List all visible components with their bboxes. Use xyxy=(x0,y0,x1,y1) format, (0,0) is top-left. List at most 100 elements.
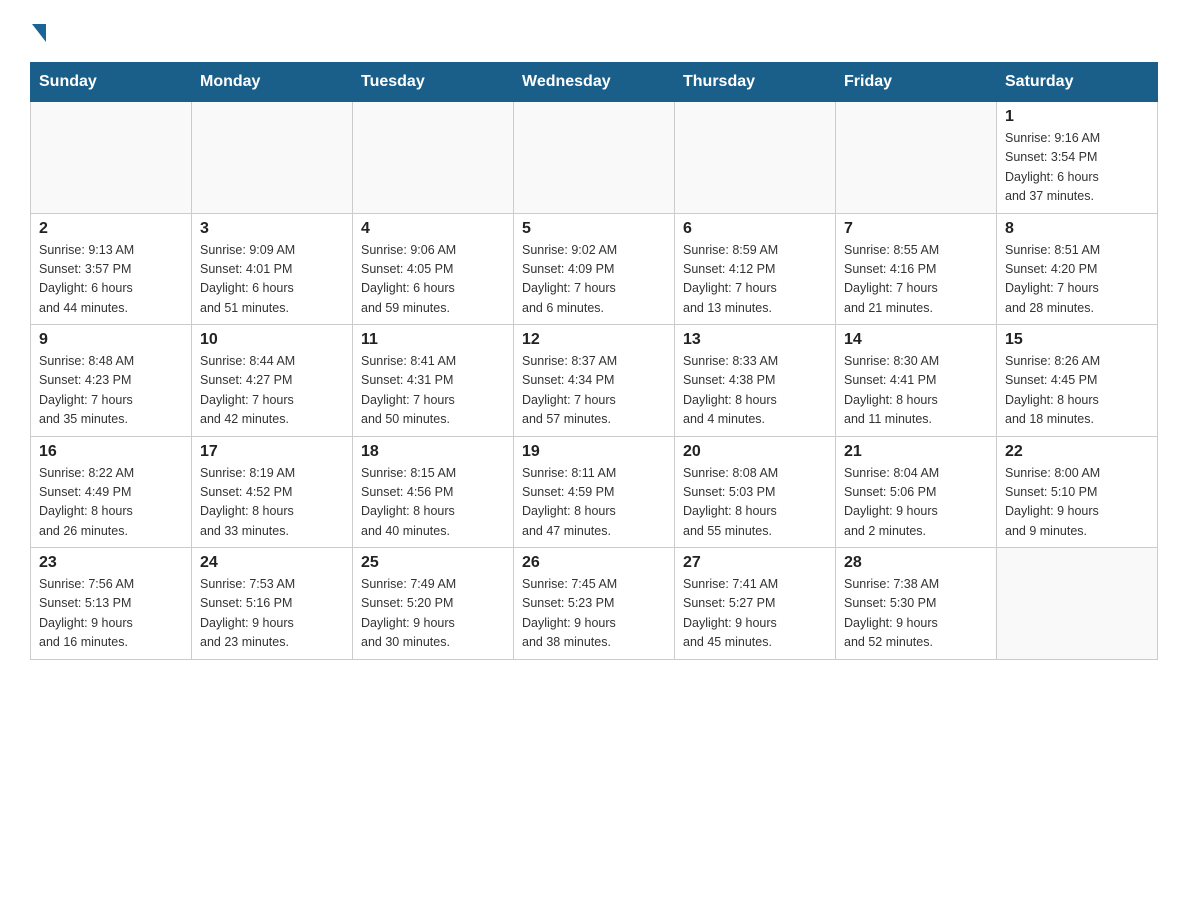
day-info: Sunrise: 7:49 AM Sunset: 5:20 PM Dayligh… xyxy=(361,575,505,653)
day-number: 13 xyxy=(683,331,827,349)
calendar-cell: 17Sunrise: 8:19 AM Sunset: 4:52 PM Dayli… xyxy=(192,436,353,548)
day-number: 2 xyxy=(39,220,183,238)
day-number: 1 xyxy=(1005,108,1149,126)
day-number: 7 xyxy=(844,220,988,238)
calendar-week-row: 2 Sunrise: 9:13 AM Sunset: 3:57 PM Daylig… xyxy=(31,213,1158,325)
day-number: 5 xyxy=(522,220,666,238)
day-info: Sunrise: 8:55 AM Sunset: 4:16 PM Dayligh… xyxy=(844,241,988,319)
calendar-cell: 3 Sunrise: 9:09 AM Sunset: 4:01 PM Daylig… xyxy=(192,213,353,325)
day-info: Sunrise: 8:19 AM Sunset: 4:52 PM Dayligh… xyxy=(200,464,344,542)
day-info: Sunrise: 7:38 AM Sunset: 5:30 PM Dayligh… xyxy=(844,575,988,653)
calendar-week-row: 23Sunrise: 7:56 AM Sunset: 5:13 PM Dayli… xyxy=(31,548,1158,660)
calendar-cell: 8 Sunrise: 8:51 AM Sunset: 4:20 PM Daylig… xyxy=(997,213,1158,325)
calendar-cell: 4 Sunrise: 9:06 AM Sunset: 4:05 PM Daylig… xyxy=(353,213,514,325)
calendar-cell: 27 Sunrise: 7:41 AM Sunset: 5:27 PM Dayli… xyxy=(675,548,836,660)
page-header xyxy=(30,20,1158,42)
day-info: Sunrise: 9:16 AM Sunset: 3:54 PM Dayligh… xyxy=(1005,129,1149,207)
calendar-cell xyxy=(514,102,675,214)
day-number: 21 xyxy=(844,443,988,461)
day-number: 19 xyxy=(522,443,666,461)
day-info: Sunrise: 9:13 AM Sunset: 3:57 PM Dayligh… xyxy=(39,241,183,319)
day-info: Sunrise: 8:41 AM Sunset: 4:31 PM Dayligh… xyxy=(361,352,505,430)
calendar-cell: 16Sunrise: 8:22 AM Sunset: 4:49 PM Dayli… xyxy=(31,436,192,548)
day-info: Sunrise: 7:45 AM Sunset: 5:23 PM Dayligh… xyxy=(522,575,666,653)
day-info: Sunrise: 8:48 AM Sunset: 4:23 PM Dayligh… xyxy=(39,352,183,430)
day-info: Sunrise: 9:06 AM Sunset: 4:05 PM Dayligh… xyxy=(361,241,505,319)
day-info: Sunrise: 8:51 AM Sunset: 4:20 PM Dayligh… xyxy=(1005,241,1149,319)
calendar-cell: 11 Sunrise: 8:41 AM Sunset: 4:31 PM Dayli… xyxy=(353,325,514,437)
day-info: Sunrise: 8:59 AM Sunset: 4:12 PM Dayligh… xyxy=(683,241,827,319)
weekday-header-friday: Friday xyxy=(836,63,997,102)
calendar-cell: 14Sunrise: 8:30 AM Sunset: 4:41 PM Dayli… xyxy=(836,325,997,437)
day-info: Sunrise: 8:33 AM Sunset: 4:38 PM Dayligh… xyxy=(683,352,827,430)
calendar-cell: 26 Sunrise: 7:45 AM Sunset: 5:23 PM Dayli… xyxy=(514,548,675,660)
calendar-cell xyxy=(675,102,836,214)
calendar-cell: 21 Sunrise: 8:04 AM Sunset: 5:06 PM Dayli… xyxy=(836,436,997,548)
day-number: 16 xyxy=(39,443,183,461)
calendar-cell: 25 Sunrise: 7:49 AM Sunset: 5:20 PM Dayli… xyxy=(353,548,514,660)
day-number: 10 xyxy=(200,331,344,349)
calendar-cell: 1 Sunrise: 9:16 AM Sunset: 3:54 PM Daylig… xyxy=(997,102,1158,214)
day-number: 12 xyxy=(522,331,666,349)
calendar-cell: 28 Sunrise: 7:38 AM Sunset: 5:30 PM Dayli… xyxy=(836,548,997,660)
weekday-header-wednesday: Wednesday xyxy=(514,63,675,102)
day-info: Sunrise: 8:00 AM Sunset: 5:10 PM Dayligh… xyxy=(1005,464,1149,542)
calendar-cell xyxy=(192,102,353,214)
day-number: 18 xyxy=(361,443,505,461)
calendar-cell: 2 Sunrise: 9:13 AM Sunset: 3:57 PM Daylig… xyxy=(31,213,192,325)
calendar-cell xyxy=(997,548,1158,660)
calendar-cell: 9 Sunrise: 8:48 AM Sunset: 4:23 PM Daylig… xyxy=(31,325,192,437)
calendar-cell: 10 Sunrise: 8:44 AM Sunset: 4:27 PM Dayli… xyxy=(192,325,353,437)
day-info: Sunrise: 8:26 AM Sunset: 4:45 PM Dayligh… xyxy=(1005,352,1149,430)
calendar-cell: 23Sunrise: 7:56 AM Sunset: 5:13 PM Dayli… xyxy=(31,548,192,660)
day-number: 26 xyxy=(522,554,666,572)
calendar-cell: 15 Sunrise: 8:26 AM Sunset: 4:45 PM Dayli… xyxy=(997,325,1158,437)
day-number: 24 xyxy=(200,554,344,572)
day-info: Sunrise: 7:41 AM Sunset: 5:27 PM Dayligh… xyxy=(683,575,827,653)
day-number: 22 xyxy=(1005,443,1149,461)
day-info: Sunrise: 8:44 AM Sunset: 4:27 PM Dayligh… xyxy=(200,352,344,430)
calendar-cell: 20 Sunrise: 8:08 AM Sunset: 5:03 PM Dayli… xyxy=(675,436,836,548)
day-info: Sunrise: 9:02 AM Sunset: 4:09 PM Dayligh… xyxy=(522,241,666,319)
calendar-cell xyxy=(31,102,192,214)
calendar-cell: 7 Sunrise: 8:55 AM Sunset: 4:16 PM Daylig… xyxy=(836,213,997,325)
day-number: 11 xyxy=(361,331,505,349)
day-info: Sunrise: 8:08 AM Sunset: 5:03 PM Dayligh… xyxy=(683,464,827,542)
calendar-cell: 13 Sunrise: 8:33 AM Sunset: 4:38 PM Dayli… xyxy=(675,325,836,437)
day-info: Sunrise: 7:56 AM Sunset: 5:13 PM Dayligh… xyxy=(39,575,183,653)
day-number: 4 xyxy=(361,220,505,238)
day-info: Sunrise: 8:11 AM Sunset: 4:59 PM Dayligh… xyxy=(522,464,666,542)
day-number: 27 xyxy=(683,554,827,572)
logo-arrow-icon xyxy=(32,24,46,42)
calendar-cell: 6 Sunrise: 8:59 AM Sunset: 4:12 PM Daylig… xyxy=(675,213,836,325)
calendar-week-row: 9 Sunrise: 8:48 AM Sunset: 4:23 PM Daylig… xyxy=(31,325,1158,437)
weekday-header-saturday: Saturday xyxy=(997,63,1158,102)
day-info: Sunrise: 9:09 AM Sunset: 4:01 PM Dayligh… xyxy=(200,241,344,319)
calendar-week-row: 1 Sunrise: 9:16 AM Sunset: 3:54 PM Daylig… xyxy=(31,102,1158,214)
day-number: 6 xyxy=(683,220,827,238)
day-info: Sunrise: 7:53 AM Sunset: 5:16 PM Dayligh… xyxy=(200,575,344,653)
day-number: 20 xyxy=(683,443,827,461)
day-info: Sunrise: 8:30 AM Sunset: 4:41 PM Dayligh… xyxy=(844,352,988,430)
calendar-table: SundayMondayTuesdayWednesdayThursdayFrid… xyxy=(30,62,1158,660)
weekday-header-thursday: Thursday xyxy=(675,63,836,102)
calendar-cell: 5 Sunrise: 9:02 AM Sunset: 4:09 PM Daylig… xyxy=(514,213,675,325)
day-number: 9 xyxy=(39,331,183,349)
day-number: 25 xyxy=(361,554,505,572)
calendar-week-row: 16Sunrise: 8:22 AM Sunset: 4:49 PM Dayli… xyxy=(31,436,1158,548)
day-info: Sunrise: 8:04 AM Sunset: 5:06 PM Dayligh… xyxy=(844,464,988,542)
logo xyxy=(30,20,46,42)
day-number: 8 xyxy=(1005,220,1149,238)
day-number: 3 xyxy=(200,220,344,238)
calendar-cell: 19 Sunrise: 8:11 AM Sunset: 4:59 PM Dayli… xyxy=(514,436,675,548)
day-number: 15 xyxy=(1005,331,1149,349)
day-info: Sunrise: 8:37 AM Sunset: 4:34 PM Dayligh… xyxy=(522,352,666,430)
weekday-header-sunday: Sunday xyxy=(31,63,192,102)
day-number: 28 xyxy=(844,554,988,572)
calendar-cell: 24 Sunrise: 7:53 AM Sunset: 5:16 PM Dayli… xyxy=(192,548,353,660)
calendar-cell: 18 Sunrise: 8:15 AM Sunset: 4:56 PM Dayli… xyxy=(353,436,514,548)
weekday-header-monday: Monday xyxy=(192,63,353,102)
calendar-cell xyxy=(353,102,514,214)
calendar-cell xyxy=(836,102,997,214)
day-info: Sunrise: 8:15 AM Sunset: 4:56 PM Dayligh… xyxy=(361,464,505,542)
